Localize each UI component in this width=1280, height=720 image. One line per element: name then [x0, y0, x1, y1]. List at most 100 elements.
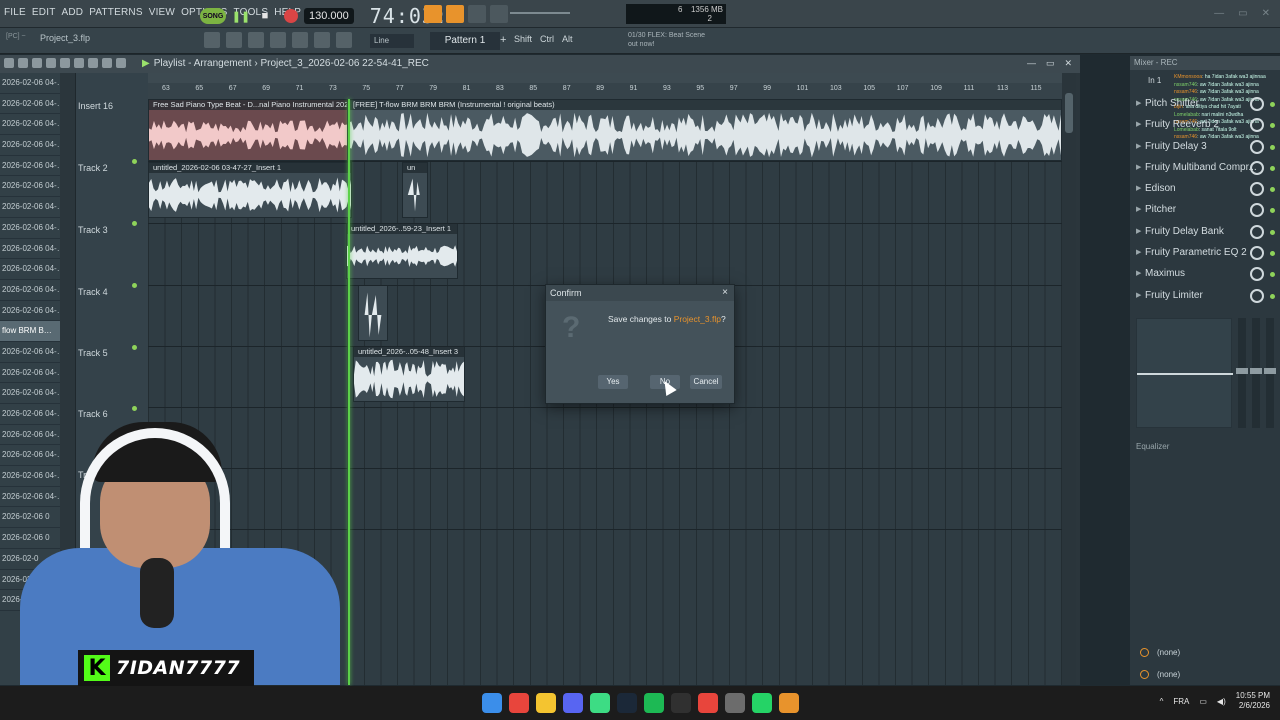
playback-tool-icon[interactable] [116, 58, 126, 68]
menu-patterns[interactable]: PATTERNS [89, 7, 142, 18]
track-name[interactable]: Track 5 [78, 348, 108, 358]
track-name[interactable]: Track 3 [78, 225, 108, 235]
pattern-selector[interactable]: Pattern 1 [430, 32, 500, 50]
picker-item[interactable]: 2026-02-06 04-… [0, 363, 60, 384]
picker-item[interactable]: 2026-02-06 04-… [0, 383, 60, 404]
picker-item[interactable]: 2026-02-06 04-… [0, 176, 60, 198]
draw-tool-icon[interactable] [4, 58, 14, 68]
channel-rack-icon[interactable] [248, 32, 264, 48]
whatsapp-icon[interactable] [752, 693, 772, 713]
audio-clip-track2-short[interactable]: un [402, 162, 428, 218]
news-hint[interactable]: 01/30 FLEX: Beat Scene out now! [628, 31, 705, 49]
fx-slot[interactable]: ▶ Fruity Multiband Compr... [1130, 158, 1280, 179]
fader-cap[interactable] [1264, 368, 1276, 374]
apps-icon[interactable] [590, 693, 610, 713]
slot-enable-led[interactable] [1270, 102, 1275, 107]
mix-knob-icon[interactable] [1250, 139, 1264, 154]
browser-icon[interactable] [292, 32, 308, 48]
mix-knob-icon[interactable] [1250, 224, 1264, 239]
fader-3[interactable] [1264, 318, 1276, 428]
chrome-icon[interactable] [509, 693, 529, 713]
language-indicator[interactable]: FRA [1173, 697, 1189, 706]
slot-enable-led[interactable] [1270, 251, 1275, 257]
mix-knob-icon[interactable] [1250, 160, 1264, 175]
track-mute-led[interactable] [132, 159, 137, 164]
blend-notes-icon[interactable] [490, 5, 508, 23]
picker-item[interactable]: 2026-02-06 04-… [0, 94, 60, 115]
scroll-thumb[interactable] [1065, 93, 1073, 133]
playlist-minimize-icon[interactable]: — [1027, 58, 1036, 69]
mix-knob-icon[interactable] [1250, 288, 1264, 303]
menu-view[interactable]: VIEW [149, 7, 175, 18]
fl-studio-icon[interactable] [779, 693, 799, 713]
paint-tool-icon[interactable] [18, 58, 28, 68]
fx-slot[interactable]: ▶ Fruity Reeverb 2 [1130, 115, 1280, 136]
song-mode-toggle[interactable]: SONG [200, 8, 226, 24]
send-slot-1[interactable]: (none) [1140, 648, 1180, 658]
timeline-ruler[interactable]: 63 65 67 69 71 73 75 77 79 81 83 85 87 89 91 93 95 97 99 10… [148, 83, 1062, 99]
fader-1[interactable] [1236, 318, 1248, 428]
picker-item[interactable]: 2026-02-06 04-… [0, 280, 60, 301]
track-mute-led[interactable] [132, 283, 137, 288]
picker-item[interactable]: 2026-02-06 04-… [0, 197, 60, 218]
fx-slot[interactable]: ▶ Pitch Shifter [1130, 94, 1280, 115]
stop-icon[interactable]: ■ [256, 7, 274, 25]
windows-start-icon[interactable] [482, 693, 502, 713]
chrome-alt-icon[interactable] [698, 693, 718, 713]
slot-arrow-icon[interactable]: ▶ [1136, 248, 1141, 256]
master-pitch-slider[interactable] [510, 12, 570, 14]
audio-clip-track4[interactable] [358, 285, 388, 341]
mix-knob-icon[interactable] [1250, 267, 1264, 282]
settings-icon[interactable] [725, 693, 745, 713]
obs-icon[interactable] [671, 693, 691, 713]
maximize-icon[interactable]: ▭ [1238, 8, 1247, 19]
equalizer-display[interactable] [1136, 318, 1233, 428]
picker-item[interactable]: 2026-02-06 04-… [0, 301, 60, 322]
delete-tool-icon[interactable] [32, 58, 42, 68]
playlist-view-icon[interactable] [204, 32, 220, 48]
mute-tool-icon[interactable] [46, 58, 56, 68]
slot-arrow-icon[interactable]: ▶ [1136, 269, 1141, 277]
pause-icon[interactable]: ❚❚ [232, 7, 250, 25]
picker-item[interactable]: 2026-02-06 04-… [0, 259, 60, 280]
picker-item[interactable]: 2026-02-06 04-… [0, 156, 60, 177]
track-name[interactable]: Track 4 [78, 287, 108, 297]
menu-edit[interactable]: EDIT [32, 7, 56, 18]
fx-slot[interactable]: ▶ Maximus [1130, 264, 1280, 285]
tempo-display[interactable]: 130.000 [304, 8, 354, 24]
picker-item[interactable]: 2026-02-06 04-… [0, 135, 60, 156]
vertical-scrollbar[interactable] [1062, 73, 1076, 685]
piano-roll-icon[interactable] [226, 32, 242, 48]
audio-clip-track2[interactable]: untitled_2026-02-06 03-47-27_Insert 1 [148, 162, 352, 218]
close-icon[interactable]: ✕ [1262, 8, 1270, 19]
picker-item[interactable]: 2026-02-06 04-… [0, 114, 60, 136]
slot-arrow-icon[interactable]: ▶ [1136, 205, 1141, 213]
shift-key[interactable]: Shift [514, 34, 532, 44]
track-name[interactable]: Insert 16 [78, 101, 113, 111]
mix-knob-icon[interactable] [1250, 182, 1264, 197]
picker-item[interactable]: 2026-02-06 04-… [0, 342, 60, 363]
slip-tool-icon[interactable] [60, 58, 70, 68]
slot-arrow-icon[interactable]: ▶ [1136, 142, 1141, 150]
steam-icon[interactable] [617, 693, 637, 713]
playlist-close-icon[interactable]: ✕ [1064, 58, 1072, 69]
mix-knob-icon[interactable] [1250, 118, 1264, 133]
picker-item[interactable]: 2026-02-06 04-… [0, 73, 60, 94]
tray-chevron-icon[interactable]: ^ [1160, 697, 1164, 706]
menu-file[interactable]: FILE [4, 7, 26, 18]
fader-2[interactable] [1250, 318, 1262, 428]
slot-enable-led[interactable] [1270, 208, 1275, 214]
add-pattern-button[interactable]: + [500, 34, 506, 46]
slot-enable-led[interactable] [1270, 293, 1275, 299]
plugin-picker-icon[interactable] [314, 32, 330, 48]
audio-clip-piano[interactable]: Free Sad Piano Type Beat - D...nal Piano… [148, 99, 348, 161]
mix-knob-icon[interactable] [1250, 97, 1264, 111]
fx-slot[interactable]: ▶ Fruity Limiter [1130, 286, 1280, 307]
slot-arrow-icon[interactable]: ▶ [1136, 227, 1141, 235]
network-icon[interactable]: ▭ [1199, 697, 1207, 706]
snap-select[interactable]: Line [370, 34, 414, 48]
record-button[interactable] [284, 9, 298, 23]
audio-clip-track5[interactable]: untitled_2026-..05-48_Insert 3 [353, 346, 465, 402]
slot-enable-led[interactable] [1270, 165, 1275, 171]
clock[interactable]: 10:55 PM 2/6/2026 [1236, 691, 1270, 712]
